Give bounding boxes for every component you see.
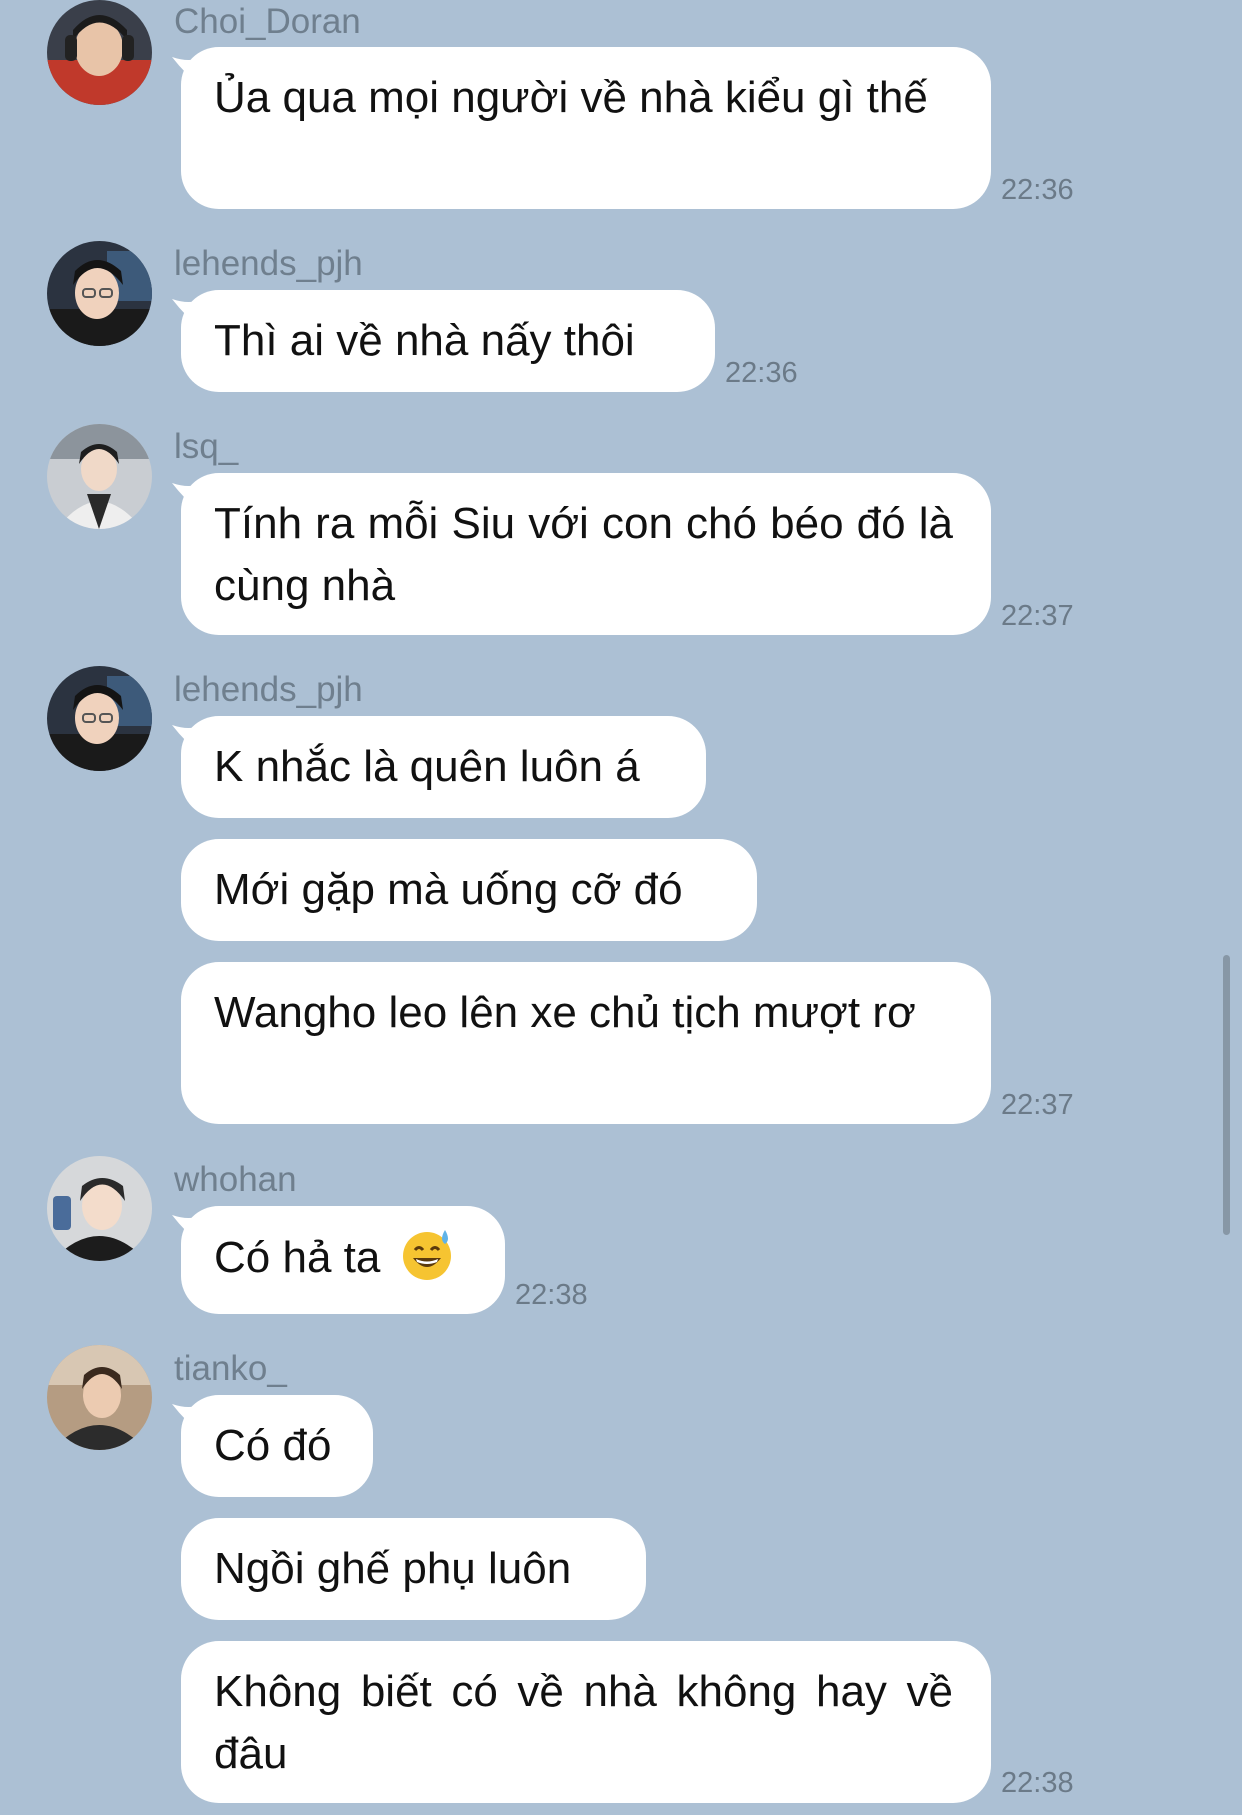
- avatar-choi-doran[interactable]: [47, 0, 152, 105]
- message-time: 22:38: [515, 1279, 588, 1311]
- message-bubble[interactable]: Thì ai về nhà nấy thôi: [181, 290, 715, 392]
- grinning-sweat-emoji: [402, 1230, 451, 1280]
- sender-name: lsq_: [174, 427, 239, 466]
- message-bubble[interactable]: Ngồi ghế phụ luôn: [181, 1518, 646, 1620]
- message-bubble[interactable]: K nhắc là quên luôn á: [181, 716, 706, 818]
- sender-name: lehends_pjh: [174, 670, 363, 709]
- message-time: 22:37: [1001, 600, 1074, 632]
- sender-name: Choi_Doran: [174, 2, 361, 41]
- sender-name: tianko_: [174, 1349, 287, 1388]
- avatar-lehends-pjh[interactable]: [47, 666, 152, 771]
- message-bubble[interactable]: Wangho leo lên xe chủ tịch mượt rơ: [181, 962, 991, 1124]
- message-bubble[interactable]: Có đó: [181, 1395, 373, 1497]
- message-bubble[interactable]: Không biết có về nhà không hay về đâu: [181, 1641, 991, 1803]
- message-time: 22:38: [1001, 1767, 1074, 1799]
- avatar-tianko[interactable]: [47, 1345, 152, 1450]
- message-bubble[interactable]: Có hả ta: [181, 1206, 505, 1314]
- message-bubble[interactable]: Ủa qua mọi người về nhà kiểu gì thế: [181, 47, 991, 209]
- sender-name: lehends_pjh: [174, 244, 363, 283]
- message-time: 22:36: [1001, 174, 1074, 206]
- avatar-lehends-pjh[interactable]: [47, 241, 152, 346]
- avatar-lsq[interactable]: [47, 424, 152, 529]
- message-time: 22:36: [725, 357, 798, 389]
- avatar-whohan[interactable]: [47, 1156, 152, 1261]
- message-bubble[interactable]: Tính ra mỗi Siu với con chó béo đó là cù…: [181, 473, 991, 635]
- message-time: 22:37: [1001, 1089, 1074, 1121]
- message-bubble[interactable]: Mới gặp mà uống cỡ đó: [181, 839, 757, 941]
- sender-name: whohan: [174, 1160, 297, 1199]
- scrollbar[interactable]: [1223, 955, 1230, 1235]
- message-text: Có hả ta: [214, 1233, 381, 1282]
